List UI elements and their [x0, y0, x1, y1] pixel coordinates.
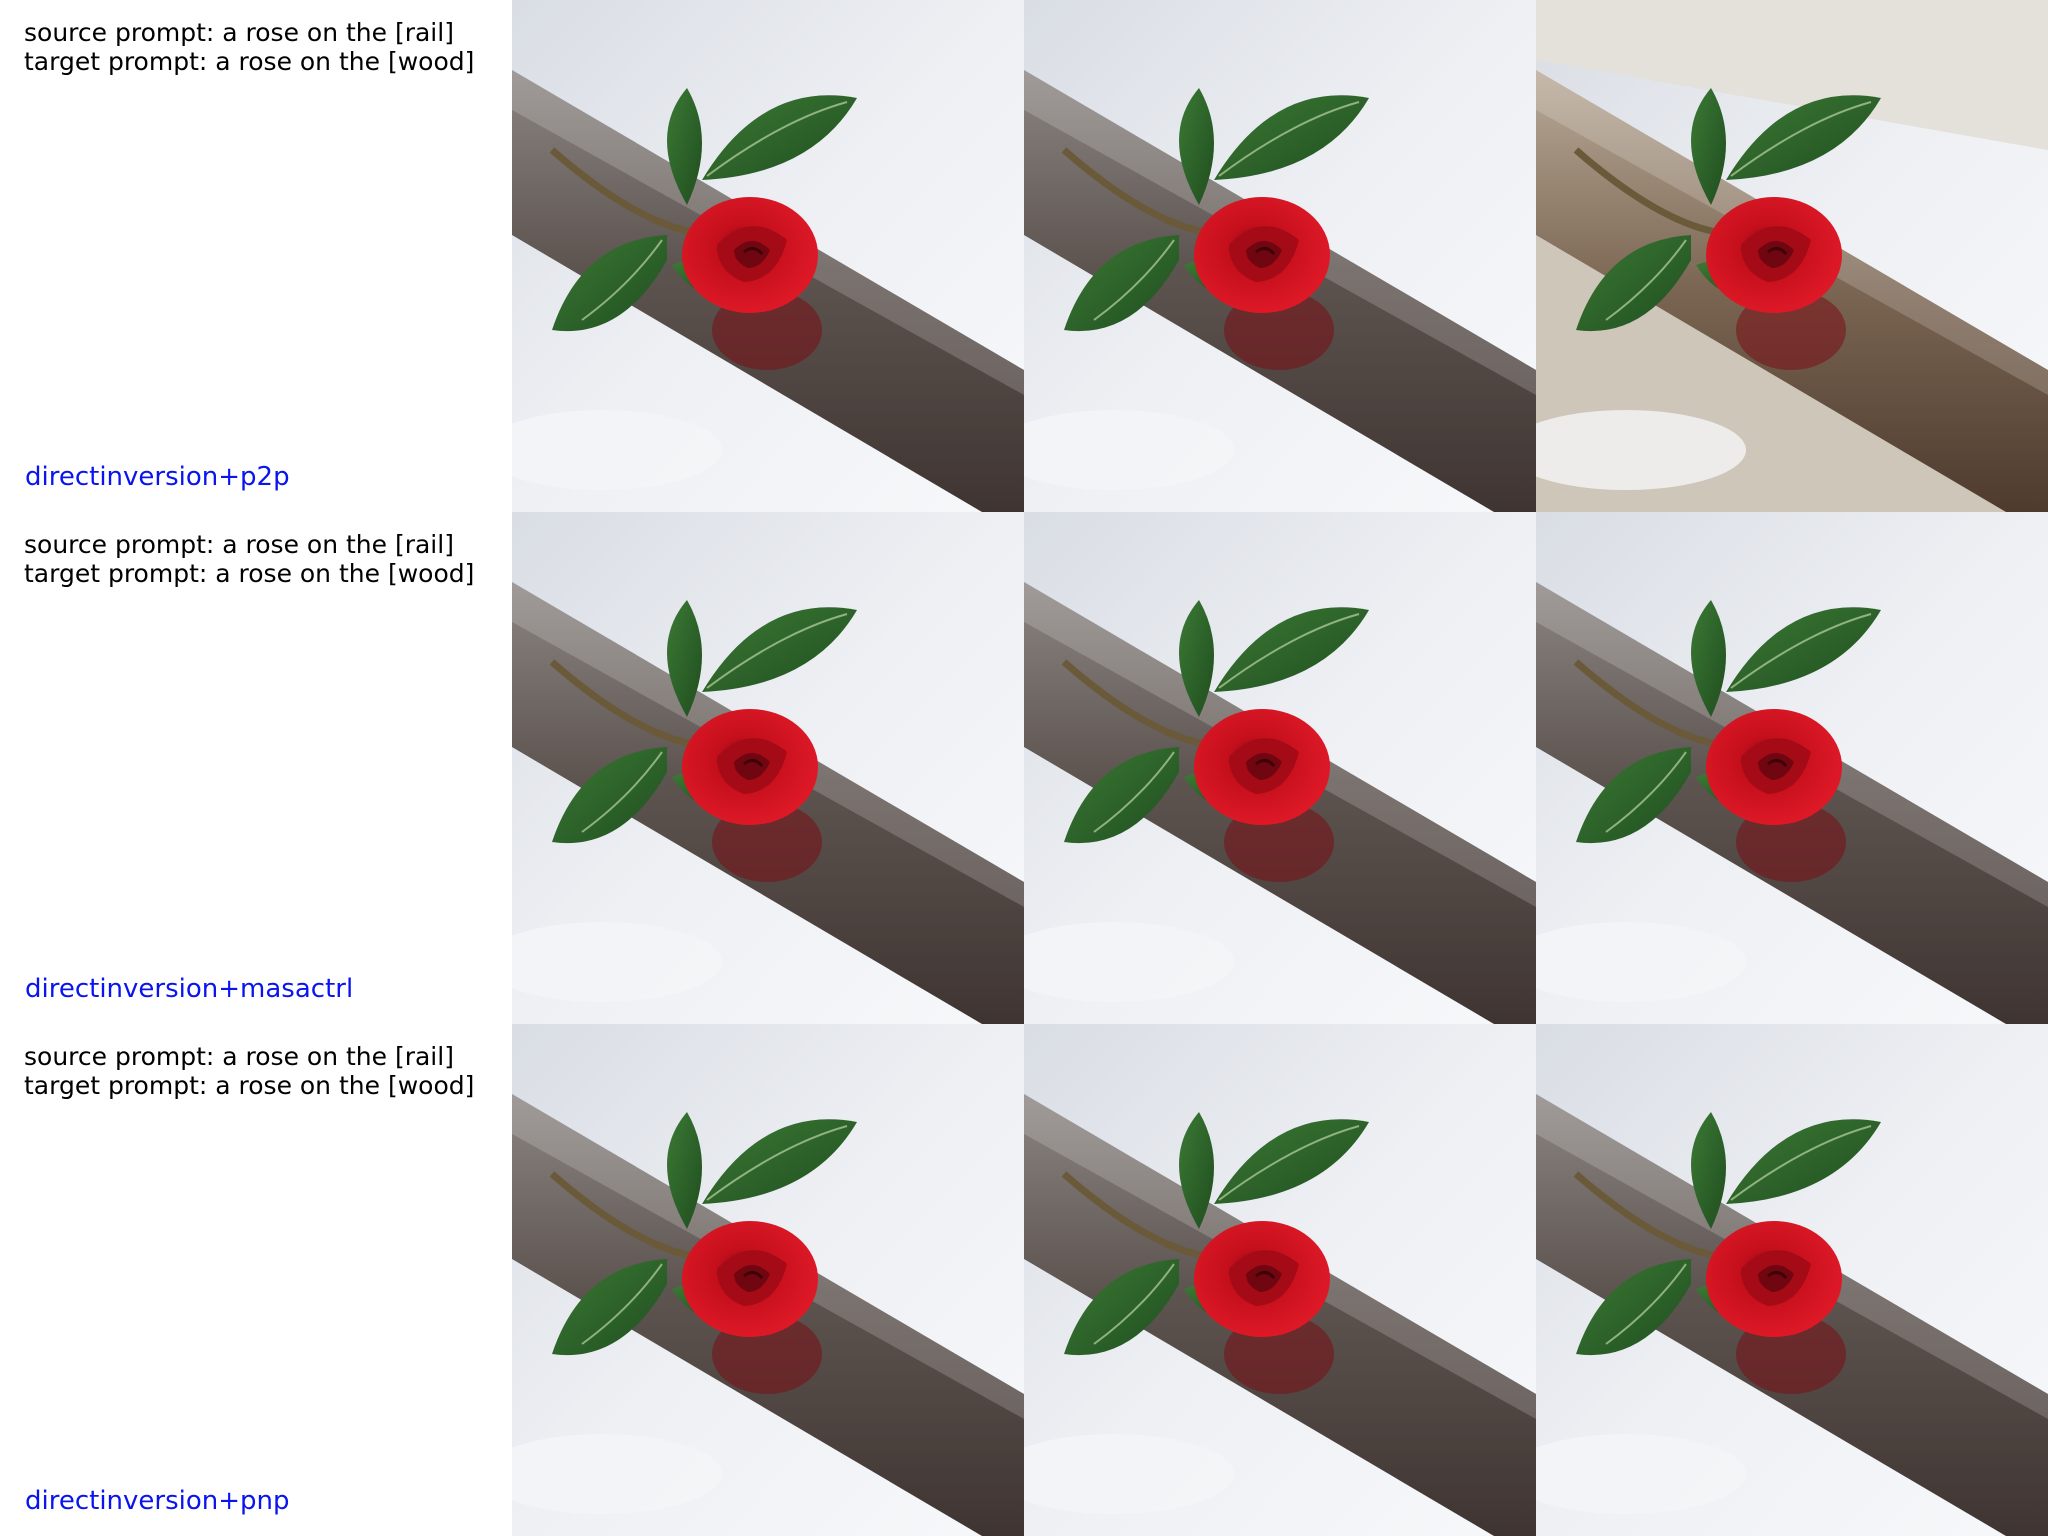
source-prompt: source prompt: a rose on the [rail] — [24, 1042, 454, 1071]
rose-image-source — [512, 512, 1024, 1024]
rose-image-edited — [1536, 1024, 2048, 1536]
method-label: directinversion+p2p — [25, 462, 290, 492]
rose-image-reconstruction — [1024, 512, 1536, 1024]
rose-image-source — [512, 0, 1024, 512]
rose-image-edited — [1536, 0, 2048, 512]
target-prompt: target prompt: a rose on the [wood] — [24, 47, 475, 76]
target-prompt: target prompt: a rose on the [wood] — [24, 559, 475, 588]
row-label-panel: source prompt: a rose on the [rail] targ… — [0, 512, 512, 1024]
source-prompt: source prompt: a rose on the [rail] — [24, 18, 454, 47]
prompt-block: source prompt: a rose on the [rail] targ… — [24, 1042, 474, 1100]
rose-image-edited — [1536, 512, 2048, 1024]
rose-image-reconstruction — [1024, 1024, 1536, 1536]
method-label: directinversion+pnp — [25, 1486, 290, 1516]
target-prompt: target prompt: a rose on the [wood] — [24, 1071, 475, 1100]
prompt-block: source prompt: a rose on the [rail] targ… — [24, 530, 474, 588]
rose-image-reconstruction — [1024, 0, 1536, 512]
result-row: source prompt: a rose on the [rail] targ… — [0, 0, 2048, 512]
prompt-block: source prompt: a rose on the [rail] targ… — [24, 18, 474, 76]
rose-image-source — [512, 1024, 1024, 1536]
row-label-panel: source prompt: a rose on the [rail] targ… — [0, 0, 512, 512]
result-row: source prompt: a rose on the [rail] targ… — [0, 1024, 2048, 1536]
row-label-panel: source prompt: a rose on the [rail] targ… — [0, 1024, 512, 1536]
result-row: source prompt: a rose on the [rail] targ… — [0, 512, 2048, 1024]
source-prompt: source prompt: a rose on the [rail] — [24, 530, 454, 559]
method-label: directinversion+masactrl — [25, 974, 354, 1004]
